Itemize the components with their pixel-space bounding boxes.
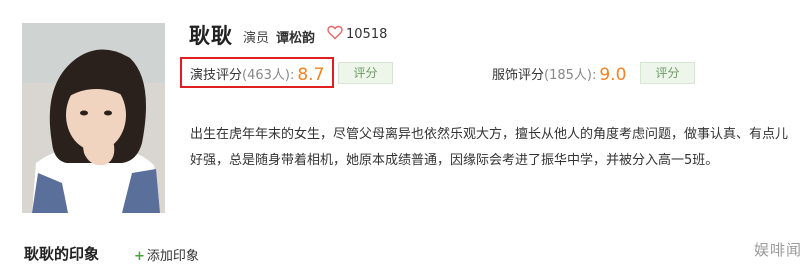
acting-rating-score: 8.7 [297,65,325,85]
acting-rating: 演技评分(463人): 8.7 [190,64,324,85]
plus-icon: + [134,249,145,264]
character-name: 耿耿 [189,24,233,48]
character-photo [22,23,165,213]
role-label: 演员 [243,31,270,46]
watermark: 娱啡闻 [753,241,802,259]
impressions-title: 耿耿的印象 [24,245,100,263]
costume-rate-button[interactable]: 评分 [640,62,695,84]
acting-rate-button[interactable]: 评分 [338,62,393,84]
actor-name-link[interactable]: 谭松韵 [276,27,315,46]
portrait-image [22,23,165,213]
heart-icon[interactable] [327,25,343,40]
costume-rating-score: 9.0 [599,65,627,85]
acting-rating-label: 演技评分 [190,68,243,83]
costume-rating-label: 服饰评分 [492,68,545,83]
costume-rating: 服饰评分(185人): 9.0 [492,64,626,85]
add-impression-label: 添加印象 [146,249,199,264]
character-description: 出生在虎年年末的女生，尽管父母离异也依然乐观大方，擅长从他人的角度考虑问题，做事… [190,127,789,168]
costume-rating-count: (185人): [544,68,597,83]
acting-rating-count: (463人): [242,68,295,83]
likes-count: 10518 [346,27,388,42]
add-impression-button[interactable]: + 添加印象 [134,245,199,264]
